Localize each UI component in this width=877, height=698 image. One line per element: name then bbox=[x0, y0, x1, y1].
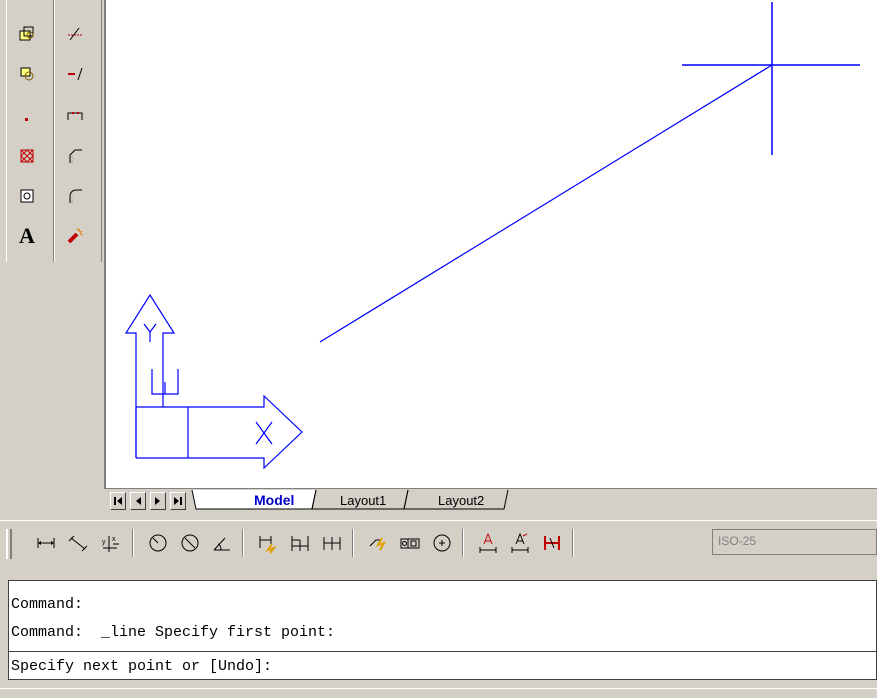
tab-layout2[interactable]: Layout2 bbox=[428, 490, 494, 510]
tolerance-icon[interactable] bbox=[398, 531, 422, 555]
hatch-icon[interactable] bbox=[15, 144, 39, 168]
explode-icon[interactable] bbox=[63, 224, 87, 248]
trim-icon[interactable] bbox=[63, 22, 87, 46]
dimension-toolbar: xy ISO-25 bbox=[0, 520, 877, 569]
extend-icon[interactable] bbox=[63, 62, 87, 86]
region-icon[interactable] bbox=[15, 184, 39, 208]
make-block-icon[interactable] bbox=[15, 62, 39, 86]
toolbar-separator bbox=[572, 529, 574, 557]
command-history-line: Command: bbox=[11, 596, 84, 613]
quick-dimension-icon[interactable] bbox=[256, 531, 280, 555]
command-history-line: Command: _line Specify first point: bbox=[11, 624, 336, 641]
ucs-icon bbox=[124, 293, 303, 470]
command-window[interactable]: Command: Command: _line Specify first po… bbox=[8, 580, 877, 680]
text-icon-glyph: A bbox=[19, 223, 35, 248]
layout-tabs-bar: Model Layout1 Layout2 bbox=[104, 488, 877, 513]
svg-text:x: x bbox=[112, 536, 116, 543]
draw-toolbar: A bbox=[6, 0, 54, 262]
fillet-icon[interactable] bbox=[63, 184, 87, 208]
toolbar-separator bbox=[132, 529, 134, 557]
diameter-dimension-icon[interactable] bbox=[178, 531, 202, 555]
toolbar-separator bbox=[462, 529, 464, 557]
continue-dimension-icon[interactable] bbox=[320, 531, 344, 555]
tab-model[interactable]: Model bbox=[244, 490, 304, 510]
linear-dimension-icon[interactable] bbox=[34, 531, 58, 555]
dimension-edit-icon[interactable] bbox=[476, 531, 500, 555]
toolbar-separator bbox=[242, 529, 244, 557]
drawing-canvas[interactable] bbox=[104, 0, 877, 488]
angular-dimension-icon[interactable] bbox=[210, 531, 234, 555]
rubber-band-line bbox=[319, 64, 773, 343]
crosshair-cursor bbox=[682, 2, 860, 155]
baseline-dimension-icon[interactable] bbox=[288, 531, 312, 555]
block-insert-icon[interactable] bbox=[15, 22, 39, 46]
ordinate-dimension-icon[interactable]: xy bbox=[98, 531, 122, 555]
dimension-text-edit-icon[interactable] bbox=[508, 531, 532, 555]
point-icon[interactable] bbox=[15, 104, 39, 128]
chamfer-icon[interactable] bbox=[63, 144, 87, 168]
radius-dimension-icon[interactable] bbox=[146, 531, 170, 555]
break-icon[interactable] bbox=[63, 104, 87, 128]
quick-leader-icon[interactable] bbox=[366, 531, 390, 555]
toolbar-grip bbox=[6, 529, 12, 559]
dim-style-select[interactable]: ISO-25 bbox=[712, 529, 877, 555]
dimension-update-icon[interactable] bbox=[540, 531, 564, 555]
center-mark-icon[interactable] bbox=[430, 531, 454, 555]
modify-toolbar bbox=[54, 0, 102, 262]
multiline-text-icon[interactable]: A bbox=[15, 223, 39, 248]
tab-layout1[interactable]: Layout1 bbox=[330, 490, 396, 510]
command-prompt[interactable]: Specify next point or [Undo]: bbox=[11, 655, 272, 679]
aligned-dimension-icon[interactable] bbox=[66, 531, 90, 555]
svg-text:y: y bbox=[102, 539, 106, 546]
toolbar-separator bbox=[352, 529, 354, 557]
command-separator bbox=[9, 651, 877, 652]
